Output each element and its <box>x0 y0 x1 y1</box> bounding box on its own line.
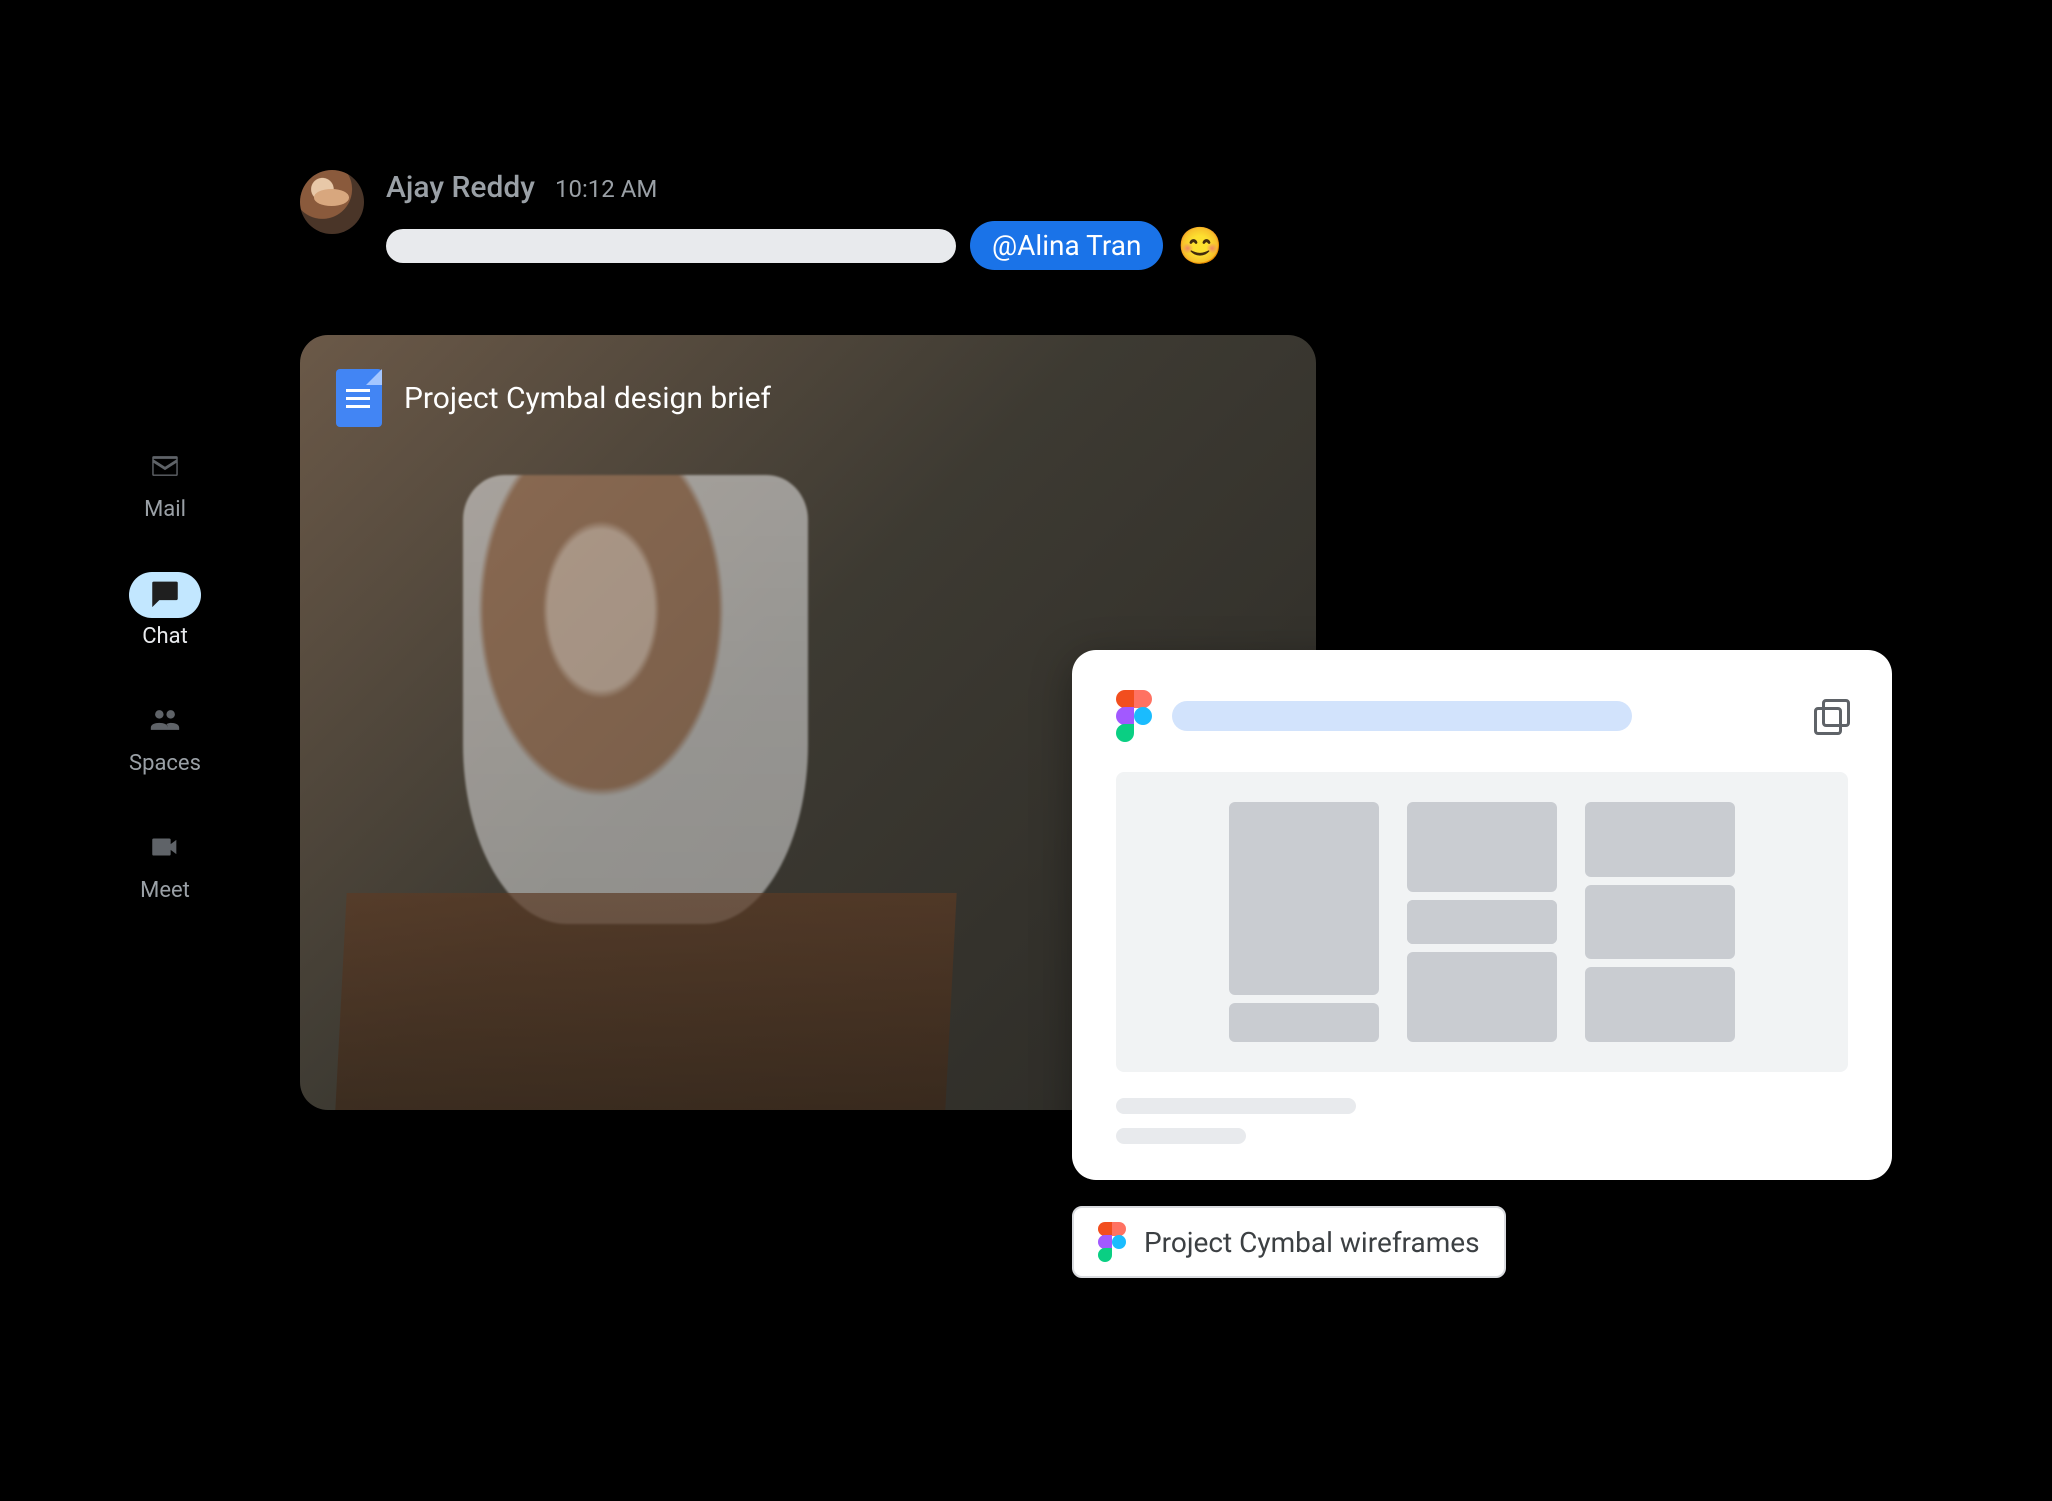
app-sidebar: Mail Chat Spaces Meet <box>100 445 230 903</box>
mail-icon <box>148 449 182 487</box>
chat-icon <box>148 576 182 614</box>
sender-avatar[interactable] <box>300 170 364 234</box>
nav-spaces-label: Spaces <box>129 751 201 776</box>
message-text-placeholder <box>386 229 956 263</box>
figma-title-placeholder <box>1172 701 1632 731</box>
figma-icon <box>1116 690 1152 742</box>
figma-icon <box>1098 1222 1126 1262</box>
emoji-reaction: 😊 <box>1177 225 1222 267</box>
copy-icon[interactable] <box>1814 699 1848 733</box>
figma-chip-label: Project Cymbal wireframes <box>1144 1226 1480 1259</box>
mention-chip[interactable]: Alina Tran <box>970 221 1163 270</box>
wireframe-frame <box>1407 802 1557 1042</box>
figma-preview-card[interactable] <box>1072 650 1892 1180</box>
nav-chat[interactable]: Chat <box>129 572 201 649</box>
nav-meet-label: Meet <box>140 878 190 903</box>
spaces-icon <box>148 703 182 741</box>
nav-meet[interactable]: Meet <box>129 826 201 903</box>
wireframe-frame <box>1229 802 1379 1042</box>
wireframe-canvas <box>1116 772 1848 1072</box>
nav-chat-label: Chat <box>142 624 188 649</box>
sender-name: Ajay Reddy <box>386 170 535 205</box>
nav-spaces[interactable]: Spaces <box>129 699 201 776</box>
google-docs-icon <box>336 369 382 427</box>
doc-title: Project Cymbal design brief <box>404 381 771 416</box>
nav-mail-label: Mail <box>144 497 186 522</box>
figma-meta-placeholder <box>1116 1128 1246 1144</box>
figma-attachment-chip[interactable]: Project Cymbal wireframes <box>1072 1206 1506 1278</box>
chat-message: Ajay Reddy 10:12 AM Alina Tran 😊 <box>300 170 1222 270</box>
figma-meta-placeholder <box>1116 1098 1356 1114</box>
nav-mail[interactable]: Mail <box>129 445 201 522</box>
meet-icon <box>148 830 182 868</box>
message-time: 10:12 AM <box>555 175 657 203</box>
wireframe-frame <box>1585 802 1735 1042</box>
